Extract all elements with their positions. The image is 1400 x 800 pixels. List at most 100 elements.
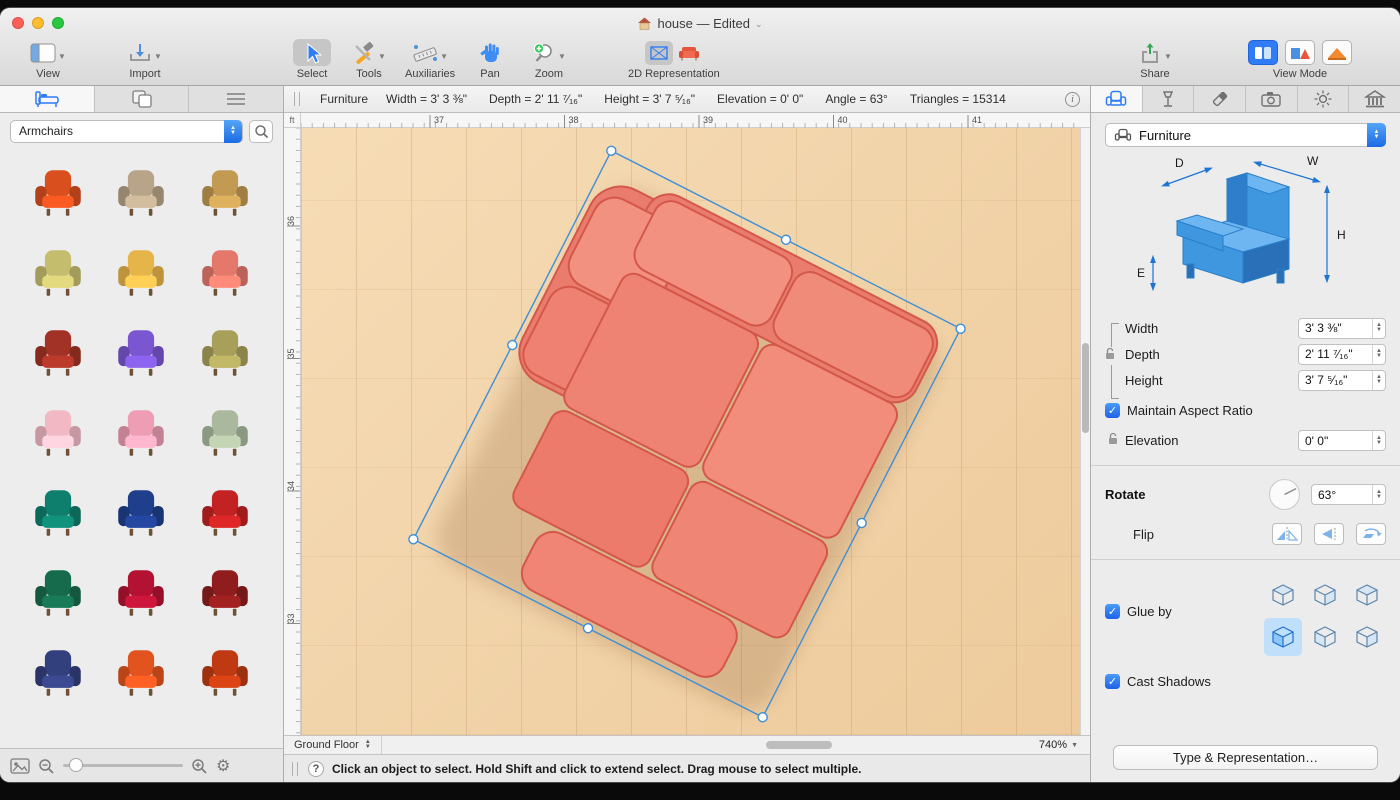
glue-by-checkbox[interactable]: ✓ xyxy=(1105,604,1120,619)
floor-label: Ground Floor xyxy=(294,739,359,751)
library-chair[interactable] xyxy=(183,313,267,393)
vertical-scrollbar[interactable] xyxy=(1080,128,1090,735)
share-button[interactable]: ▼ Share xyxy=(1138,39,1172,80)
pan-button[interactable]: Pan xyxy=(478,39,502,80)
stepper-icon[interactable]: ▲▼ xyxy=(1372,345,1385,364)
library-chair[interactable] xyxy=(183,553,267,633)
import-button[interactable]: ▼ Import xyxy=(128,39,162,80)
library-chair[interactable] xyxy=(183,473,267,553)
help-icon[interactable]: ? xyxy=(308,761,324,777)
library-chair[interactable] xyxy=(183,153,267,233)
library-chair[interactable] xyxy=(100,153,184,233)
library-chair[interactable] xyxy=(100,633,184,712)
glue-option-button[interactable] xyxy=(1306,618,1344,656)
library-chair[interactable] xyxy=(16,153,100,233)
library-chair[interactable] xyxy=(183,633,267,712)
library-chair[interactable] xyxy=(100,393,184,473)
glue-option-button[interactable] xyxy=(1348,576,1386,614)
stepper-icon[interactable]: ▲▼ xyxy=(1372,371,1385,390)
chair-grid xyxy=(0,149,283,712)
maintain-aspect-label: Maintain Aspect Ratio xyxy=(1127,403,1253,418)
tools-icon xyxy=(352,42,376,64)
library-chair[interactable] xyxy=(16,473,100,553)
info-icon[interactable]: i xyxy=(1065,92,1080,107)
library-chair[interactable] xyxy=(16,313,100,393)
category-select[interactable]: Armchairs ▲▼ xyxy=(10,120,243,143)
depth-field[interactable]: 2' 11 ⁷⁄₁₆" ▲▼ xyxy=(1298,344,1386,365)
library-chair[interactable] xyxy=(100,553,184,633)
flip-rotate-button[interactable] xyxy=(1356,523,1386,545)
rotate-field[interactable]: 63° ▲▼ xyxy=(1311,484,1386,505)
image-representation-button[interactable] xyxy=(675,41,703,65)
auxiliaries-button[interactable]: ▼ Auxiliaries xyxy=(405,39,455,80)
gear-icon[interactable]: ⚙ xyxy=(216,756,230,776)
elevation-lock-icon[interactable] xyxy=(1107,432,1119,450)
tab-inspector-eraser[interactable] xyxy=(1194,86,1246,112)
library-chair[interactable] xyxy=(100,473,184,553)
select-tool-button[interactable]: Select xyxy=(293,39,331,80)
tab-inspector-sun[interactable] xyxy=(1298,86,1350,112)
height-field[interactable]: 3' 7 ⁵⁄₁₆" ▲▼ xyxy=(1298,370,1386,391)
tab-furniture-library[interactable] xyxy=(0,86,95,112)
library-chair[interactable] xyxy=(16,233,100,313)
selected-sofa-object[interactable] xyxy=(301,128,1080,735)
wireframe-representation-button[interactable] xyxy=(645,41,673,65)
library-chair[interactable] xyxy=(16,393,100,473)
dimensions-lock-icon[interactable] xyxy=(1104,347,1116,365)
flip-vertical-button[interactable] xyxy=(1314,523,1344,545)
floor-plan-canvas[interactable] xyxy=(301,128,1080,735)
elevation-field[interactable]: 0' 0" ▲▼ xyxy=(1298,430,1386,451)
title-chevron-icon[interactable]: ⌄ xyxy=(755,19,763,30)
tab-inspector-furniture[interactable] xyxy=(1091,86,1143,112)
rotate-value: 63° xyxy=(1318,488,1336,502)
inspector-category-select[interactable]: Furniture ▲▼ xyxy=(1105,123,1386,147)
glue-option-button[interactable] xyxy=(1264,618,1302,656)
zoom-tool-button[interactable]: ▼ Zoom xyxy=(532,39,566,80)
flip-horizontal-button[interactable] xyxy=(1272,523,1302,545)
rotate-label: Rotate xyxy=(1105,487,1145,502)
glue-option-button[interactable] xyxy=(1348,618,1386,656)
library-chair[interactable] xyxy=(183,393,267,473)
library-chair[interactable] xyxy=(100,313,184,393)
tab-list-view[interactable] xyxy=(189,86,283,112)
preview-image-icon[interactable] xyxy=(10,758,30,774)
stepper-icon[interactable]: ▲▼ xyxy=(1372,431,1385,450)
horizontal-scrollbar-thumb[interactable] xyxy=(766,741,832,749)
library-chair[interactable] xyxy=(183,233,267,313)
tab-inspector-lamp[interactable] xyxy=(1143,86,1195,112)
rotate-dial[interactable] xyxy=(1268,478,1301,511)
glue-option-button[interactable] xyxy=(1264,576,1302,614)
zoom-magnifier-icon xyxy=(532,42,556,64)
type-representation-button[interactable]: Type & Representation… xyxy=(1113,745,1378,770)
2d-3d-view-button[interactable] xyxy=(1285,40,1315,65)
tab-inspector-building[interactable] xyxy=(1349,86,1400,112)
zoom-in-icon[interactable] xyxy=(191,758,208,774)
select-stepper-icon: ▲▼ xyxy=(1367,123,1386,147)
library-chair[interactable] xyxy=(16,633,100,712)
tab-materials-library[interactable] xyxy=(95,86,190,112)
height-label: Height xyxy=(1125,373,1163,388)
thumbnail-size-slider[interactable] xyxy=(63,764,183,767)
drag-grip-icon[interactable] xyxy=(294,92,300,106)
split-view-button[interactable] xyxy=(1248,40,1278,65)
maintain-aspect-checkbox[interactable]: ✓ xyxy=(1105,403,1120,418)
library-chair[interactable] xyxy=(16,553,100,633)
tools-button[interactable]: ▼ Tools xyxy=(352,39,386,80)
stepper-icon[interactable]: ▲▼ xyxy=(1372,485,1385,504)
zoom-level-control[interactable]: 740% ▼ xyxy=(1039,739,1090,751)
width-field[interactable]: 3' 3 ⅜" ▲▼ xyxy=(1298,318,1386,339)
view-button[interactable]: ▼ View xyxy=(30,39,66,80)
glue-option-button[interactable] xyxy=(1306,576,1344,614)
stepper-icon[interactable]: ▲▼ xyxy=(1372,319,1385,338)
glue-by-label: Glue by xyxy=(1127,604,1172,619)
floor-select[interactable]: Ground Floor ▲▼ xyxy=(284,736,382,754)
vertical-scrollbar-thumb[interactable] xyxy=(1082,343,1089,433)
cast-shadows-checkbox[interactable]: ✓ xyxy=(1105,674,1120,689)
library-chair[interactable] xyxy=(100,233,184,313)
slider-thumb[interactable] xyxy=(69,758,83,772)
elevation-view-button[interactable] xyxy=(1322,40,1352,65)
tab-inspector-camera[interactable] xyxy=(1246,86,1298,112)
drag-grip-icon[interactable] xyxy=(292,762,298,776)
search-button[interactable] xyxy=(249,120,273,143)
zoom-out-icon[interactable] xyxy=(38,758,55,774)
